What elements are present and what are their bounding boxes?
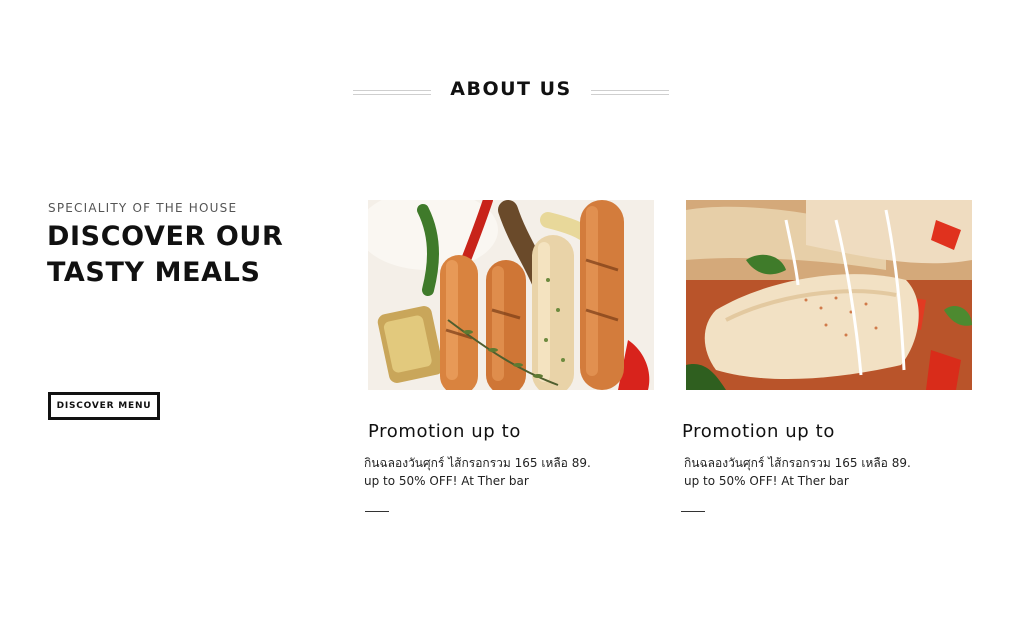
crepe-wrap-photo[interactable] — [686, 200, 972, 390]
intro-headline: DISCOVER OUR TASTY MEALS — [47, 219, 347, 291]
promo-title: Promotion up to — [682, 421, 835, 442]
promo-text-thai: กินฉลองวันศุกร์ ไส้กรอกรวม 165 เหลือ 89. — [364, 456, 591, 470]
promo-text-thai: กินฉลองวันศุกร์ ไส้กรอกรวม 165 เหลือ 89. — [684, 456, 911, 470]
section-header: ABOUT US — [0, 76, 1024, 106]
promo-text-english: up to 50% OFF! At Ther bar — [364, 474, 529, 488]
promo-text-english: up to 50% OFF! At Ther bar — [684, 474, 849, 488]
card-divider — [681, 511, 705, 512]
header-rule-left — [353, 90, 431, 95]
headline-line-2: TASTY MEALS — [47, 257, 261, 288]
discover-menu-button[interactable]: DISCOVER MENU — [48, 392, 160, 420]
card-divider — [365, 511, 389, 512]
intro-eyebrow: SPECIALITY OF THE HOUSE — [48, 201, 238, 215]
section-title: ABOUT US — [450, 78, 572, 100]
grilled-sausages-photo[interactable] — [368, 200, 654, 390]
promo-title: Promotion up to — [368, 421, 521, 442]
header-rule-right — [591, 90, 669, 95]
headline-line-1: DISCOVER OUR — [47, 221, 284, 252]
